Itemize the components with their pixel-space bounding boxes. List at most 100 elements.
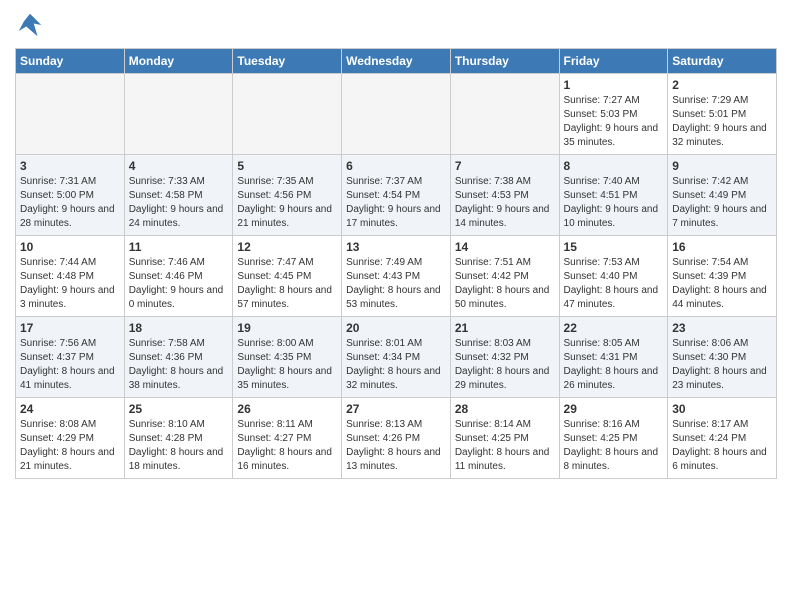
day-info: Sunrise: 8:13 AM Sunset: 4:26 PM Dayligh… bbox=[346, 418, 446, 474]
day-number: 10 bbox=[20, 240, 120, 254]
calendar-cell: 15 Sunrise: 7:53 AM Sunset: 4:40 PM Dayli… bbox=[559, 236, 668, 317]
day-number: 11 bbox=[129, 240, 229, 254]
day-number: 29 bbox=[564, 402, 664, 416]
calendar-cell: 2Sunrise: 7:29 AM Sunset: 5:01 PM Daylig… bbox=[668, 74, 777, 155]
calendar-cell: 4 Sunrise: 7:33 AM Sunset: 4:58 PM Daylig… bbox=[124, 155, 233, 236]
weekday-header-sunday: Sunday bbox=[16, 49, 125, 74]
day-info: Sunrise: 7:47 AM Sunset: 4:45 PM Dayligh… bbox=[237, 256, 337, 312]
calendar-cell bbox=[233, 74, 342, 155]
day-info: Sunrise: 8:11 AM Sunset: 4:27 PM Dayligh… bbox=[237, 418, 337, 474]
day-info: Sunrise: 7:31 AM Sunset: 5:00 PM Dayligh… bbox=[20, 175, 120, 231]
weekday-header-tuesday: Tuesday bbox=[233, 49, 342, 74]
calendar-cell: 1 Sunrise: 7:27 AM Sunset: 5:03 PM Daylig… bbox=[559, 74, 668, 155]
calendar-cell: 17Sunrise: 7:56 AM Sunset: 4:37 PM Dayli… bbox=[16, 317, 125, 398]
calendar-cell: 16Sunrise: 7:54 AM Sunset: 4:39 PM Dayli… bbox=[668, 236, 777, 317]
day-number: 13 bbox=[346, 240, 446, 254]
logo bbox=[15, 10, 49, 40]
day-number: 25 bbox=[129, 402, 229, 416]
calendar-cell: 26 Sunrise: 8:11 AM Sunset: 4:27 PM Dayli… bbox=[233, 398, 342, 479]
day-number: 1 bbox=[564, 78, 664, 92]
week-row-2: 3 Sunrise: 7:31 AM Sunset: 5:00 PM Daylig… bbox=[16, 155, 777, 236]
calendar-cell: 6 Sunrise: 7:37 AM Sunset: 4:54 PM Daylig… bbox=[342, 155, 451, 236]
day-info: Sunrise: 7:37 AM Sunset: 4:54 PM Dayligh… bbox=[346, 175, 446, 231]
day-number: 2 bbox=[672, 78, 772, 92]
calendar-cell: 22 Sunrise: 8:05 AM Sunset: 4:31 PM Dayli… bbox=[559, 317, 668, 398]
day-info: Sunrise: 7:49 AM Sunset: 4:43 PM Dayligh… bbox=[346, 256, 446, 312]
day-number: 15 bbox=[564, 240, 664, 254]
calendar-cell: 28 Sunrise: 8:14 AM Sunset: 4:25 PM Dayli… bbox=[450, 398, 559, 479]
calendar-cell bbox=[16, 74, 125, 155]
week-row-1: 1 Sunrise: 7:27 AM Sunset: 5:03 PM Daylig… bbox=[16, 74, 777, 155]
calendar-cell bbox=[342, 74, 451, 155]
day-number: 27 bbox=[346, 402, 446, 416]
day-info: Sunrise: 8:03 AM Sunset: 4:32 PM Dayligh… bbox=[455, 337, 555, 393]
day-info: Sunrise: 7:51 AM Sunset: 4:42 PM Dayligh… bbox=[455, 256, 555, 312]
weekday-header-wednesday: Wednesday bbox=[342, 49, 451, 74]
day-number: 22 bbox=[564, 321, 664, 335]
calendar-cell: 19 Sunrise: 8:00 AM Sunset: 4:35 PM Dayli… bbox=[233, 317, 342, 398]
week-row-5: 24 Sunrise: 8:08 AM Sunset: 4:29 PM Dayli… bbox=[16, 398, 777, 479]
calendar-cell: 9 Sunrise: 7:42 AM Sunset: 4:49 PM Daylig… bbox=[668, 155, 777, 236]
day-number: 6 bbox=[346, 159, 446, 173]
page: SundayMondayTuesdayWednesdayThursdayFrid… bbox=[0, 0, 792, 489]
calendar-cell: 11 Sunrise: 7:46 AM Sunset: 4:46 PM Dayli… bbox=[124, 236, 233, 317]
day-number: 19 bbox=[237, 321, 337, 335]
week-row-3: 10 Sunrise: 7:44 AM Sunset: 4:48 PM Dayli… bbox=[16, 236, 777, 317]
calendar-cell: 27 Sunrise: 8:13 AM Sunset: 4:26 PM Dayli… bbox=[342, 398, 451, 479]
calendar-cell: 25Sunrise: 8:10 AM Sunset: 4:28 PM Dayli… bbox=[124, 398, 233, 479]
week-row-4: 17Sunrise: 7:56 AM Sunset: 4:37 PM Dayli… bbox=[16, 317, 777, 398]
day-number: 20 bbox=[346, 321, 446, 335]
day-info: Sunrise: 7:27 AM Sunset: 5:03 PM Dayligh… bbox=[564, 94, 664, 150]
day-info: Sunrise: 7:33 AM Sunset: 4:58 PM Dayligh… bbox=[129, 175, 229, 231]
calendar-cell: 24 Sunrise: 8:08 AM Sunset: 4:29 PM Dayli… bbox=[16, 398, 125, 479]
day-info: Sunrise: 7:53 AM Sunset: 4:40 PM Dayligh… bbox=[564, 256, 664, 312]
calendar-cell: 30Sunrise: 8:17 AM Sunset: 4:24 PM Dayli… bbox=[668, 398, 777, 479]
day-info: Sunrise: 7:54 AM Sunset: 4:39 PM Dayligh… bbox=[672, 256, 772, 312]
day-info: Sunrise: 8:00 AM Sunset: 4:35 PM Dayligh… bbox=[237, 337, 337, 393]
calendar-cell: 18Sunrise: 7:58 AM Sunset: 4:36 PM Dayli… bbox=[124, 317, 233, 398]
day-info: Sunrise: 8:14 AM Sunset: 4:25 PM Dayligh… bbox=[455, 418, 555, 474]
calendar-cell: 29 Sunrise: 8:16 AM Sunset: 4:25 PM Dayli… bbox=[559, 398, 668, 479]
day-number: 4 bbox=[129, 159, 229, 173]
day-info: Sunrise: 7:38 AM Sunset: 4:53 PM Dayligh… bbox=[455, 175, 555, 231]
day-info: Sunrise: 7:40 AM Sunset: 4:51 PM Dayligh… bbox=[564, 175, 664, 231]
day-info: Sunrise: 8:16 AM Sunset: 4:25 PM Dayligh… bbox=[564, 418, 664, 474]
day-number: 21 bbox=[455, 321, 555, 335]
day-number: 28 bbox=[455, 402, 555, 416]
day-info: Sunrise: 8:01 AM Sunset: 4:34 PM Dayligh… bbox=[346, 337, 446, 393]
calendar-cell bbox=[450, 74, 559, 155]
weekday-header-friday: Friday bbox=[559, 49, 668, 74]
calendar-cell: 10 Sunrise: 7:44 AM Sunset: 4:48 PM Dayli… bbox=[16, 236, 125, 317]
day-info: Sunrise: 8:08 AM Sunset: 4:29 PM Dayligh… bbox=[20, 418, 120, 474]
calendar-cell: 7 Sunrise: 7:38 AM Sunset: 4:53 PM Daylig… bbox=[450, 155, 559, 236]
weekday-header-row: SundayMondayTuesdayWednesdayThursdayFrid… bbox=[16, 49, 777, 74]
day-number: 9 bbox=[672, 159, 772, 173]
calendar-table: SundayMondayTuesdayWednesdayThursdayFrid… bbox=[15, 48, 777, 479]
weekday-header-thursday: Thursday bbox=[450, 49, 559, 74]
calendar-cell: 13 Sunrise: 7:49 AM Sunset: 4:43 PM Dayli… bbox=[342, 236, 451, 317]
day-number: 3 bbox=[20, 159, 120, 173]
day-number: 26 bbox=[237, 402, 337, 416]
day-number: 17 bbox=[20, 321, 120, 335]
calendar-cell bbox=[124, 74, 233, 155]
calendar-cell: 3 Sunrise: 7:31 AM Sunset: 5:00 PM Daylig… bbox=[16, 155, 125, 236]
day-info: Sunrise: 8:06 AM Sunset: 4:30 PM Dayligh… bbox=[672, 337, 772, 393]
day-number: 5 bbox=[237, 159, 337, 173]
day-number: 30 bbox=[672, 402, 772, 416]
day-info: Sunrise: 7:42 AM Sunset: 4:49 PM Dayligh… bbox=[672, 175, 772, 231]
day-number: 12 bbox=[237, 240, 337, 254]
day-number: 7 bbox=[455, 159, 555, 173]
calendar-cell: 5Sunrise: 7:35 AM Sunset: 4:56 PM Daylig… bbox=[233, 155, 342, 236]
calendar-cell: 14 Sunrise: 7:51 AM Sunset: 4:42 PM Dayli… bbox=[450, 236, 559, 317]
day-number: 24 bbox=[20, 402, 120, 416]
day-number: 18 bbox=[129, 321, 229, 335]
day-info: Sunrise: 7:44 AM Sunset: 4:48 PM Dayligh… bbox=[20, 256, 120, 312]
day-number: 14 bbox=[455, 240, 555, 254]
weekday-header-saturday: Saturday bbox=[668, 49, 777, 74]
day-info: Sunrise: 7:46 AM Sunset: 4:46 PM Dayligh… bbox=[129, 256, 229, 312]
weekday-header-monday: Monday bbox=[124, 49, 233, 74]
day-number: 23 bbox=[672, 321, 772, 335]
day-info: Sunrise: 8:05 AM Sunset: 4:31 PM Dayligh… bbox=[564, 337, 664, 393]
calendar-cell: 21 Sunrise: 8:03 AM Sunset: 4:32 PM Dayli… bbox=[450, 317, 559, 398]
calendar-cell: 8Sunrise: 7:40 AM Sunset: 4:51 PM Daylig… bbox=[559, 155, 668, 236]
